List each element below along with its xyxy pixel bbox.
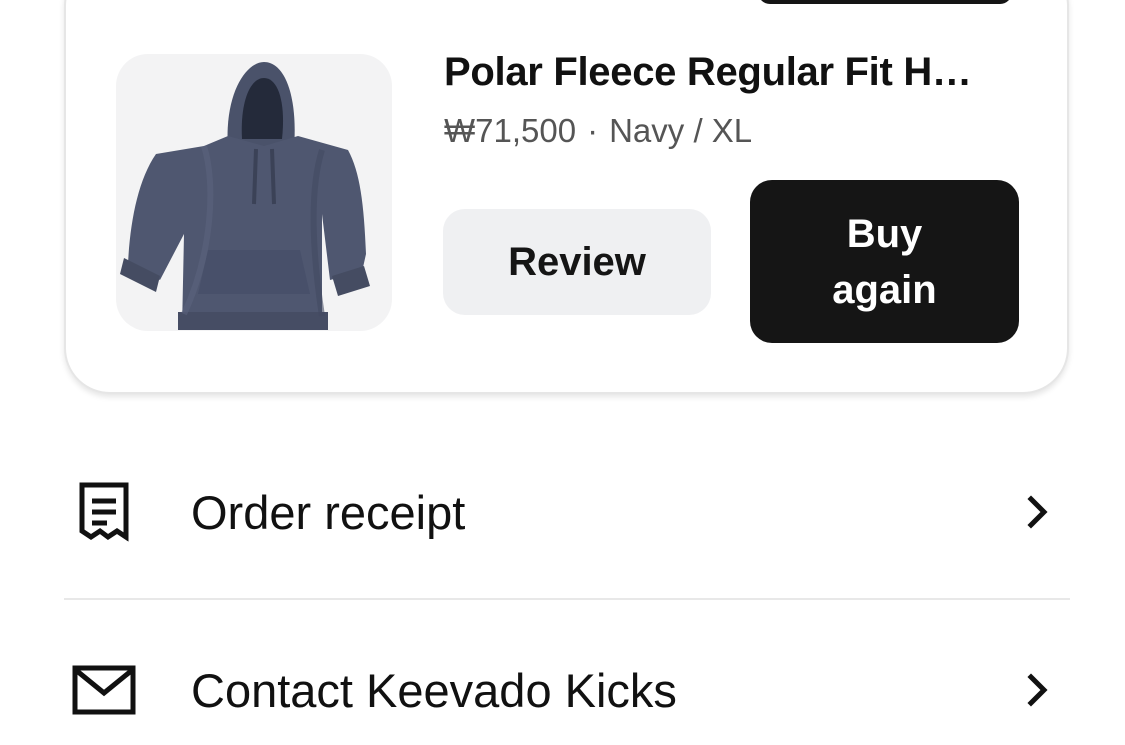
mail-icon xyxy=(64,650,144,730)
chevron-right-icon xyxy=(1026,672,1050,708)
buy-again-button[interactable]: Buy again xyxy=(750,180,1019,343)
contact-seller-label: Contact Keevado Kicks xyxy=(191,663,677,717)
product-title[interactable]: Polar Fleece Regular Fit H… xyxy=(444,50,1004,95)
order-details-page: Polar Fleece Regular Fit H… ₩71,500 · Navy… xyxy=(0,0,1125,745)
order-receipt-row[interactable]: Order receipt xyxy=(64,452,1070,572)
product-price: ₩71,500 xyxy=(444,112,577,149)
chevron-right-icon xyxy=(1026,494,1050,530)
contact-seller-row[interactable]: Contact Keevado Kicks xyxy=(64,630,1070,745)
product-thumbnail[interactable] xyxy=(116,54,392,331)
meta-separator: · xyxy=(587,112,599,149)
order-receipt-label: Order receipt xyxy=(191,485,466,539)
previous-button-partial[interactable] xyxy=(758,0,1012,4)
product-meta: ₩71,500 · Navy / XL xyxy=(444,112,752,150)
product-variant: Navy / XL xyxy=(609,112,753,149)
buy-again-label: Buy again xyxy=(832,211,937,312)
divider xyxy=(64,598,1070,600)
receipt-icon xyxy=(64,472,144,552)
hoodie-image xyxy=(120,62,370,330)
review-button[interactable]: Review xyxy=(443,209,711,315)
